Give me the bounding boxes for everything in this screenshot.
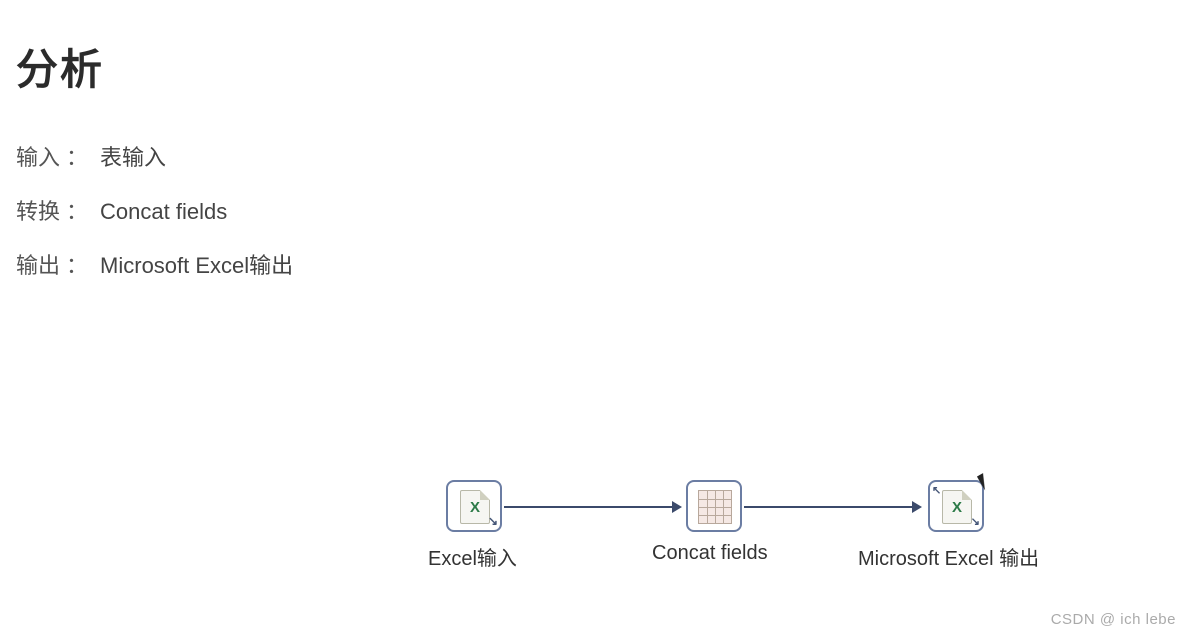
- node-excel-output[interactable]: ↘ X ↘: [928, 480, 984, 532]
- spec-list: 输入：表输入 转换：Concat fields 输出：Microsoft Exc…: [16, 140, 293, 302]
- excel-file-icon: X: [460, 490, 490, 524]
- spec-transform-label: 转换: [16, 199, 60, 224]
- node-excel-input[interactable]: X ↘: [446, 480, 502, 532]
- spec-input-value: 表输入: [100, 145, 166, 170]
- spec-input-row: 输入：表输入: [16, 140, 293, 172]
- separator: ：: [66, 199, 94, 224]
- excel-x-marker: X: [952, 499, 962, 516]
- node-concat-fields-label: Concat fields: [652, 542, 768, 565]
- separator: ：: [66, 253, 94, 278]
- page-title: 分析: [16, 36, 104, 97]
- flow-diagram: X ↘ Excel输入 Concat fields ↘ X ↘ Microsof…: [0, 480, 1184, 610]
- output-arrow-top-icon: ↘: [932, 484, 941, 497]
- spec-output-row: 输出：Microsoft Excel输出: [16, 248, 293, 280]
- output-arrow-bottom-icon: ↘: [971, 515, 980, 528]
- node-concat-fields[interactable]: [686, 480, 742, 532]
- arrow-1-head-icon: [672, 501, 682, 513]
- spec-transform-row: 转换：Concat fields: [16, 194, 293, 226]
- input-arrow-icon: ↘: [488, 514, 498, 528]
- node-excel-input-label: Excel输入: [428, 542, 517, 571]
- spec-input-label: 输入: [16, 145, 60, 170]
- separator: ：: [66, 145, 94, 170]
- arrow-2-head-icon: [912, 501, 922, 513]
- watermark-text: CSDN @ ich lebe: [1051, 611, 1176, 628]
- excel-x-marker: X: [470, 499, 480, 516]
- arrow-1-line: [504, 506, 674, 508]
- spec-output-label: 输出: [16, 253, 60, 278]
- grid-icon: [698, 490, 732, 524]
- node-excel-output-label: Microsoft Excel 输出: [858, 542, 1039, 571]
- spec-output-value: Microsoft Excel输出: [100, 253, 293, 278]
- cursor-icon: [977, 470, 997, 491]
- arrow-2-line: [744, 506, 914, 508]
- excel-file-icon: X: [942, 490, 972, 524]
- spec-transform-value: Concat fields: [100, 199, 227, 224]
